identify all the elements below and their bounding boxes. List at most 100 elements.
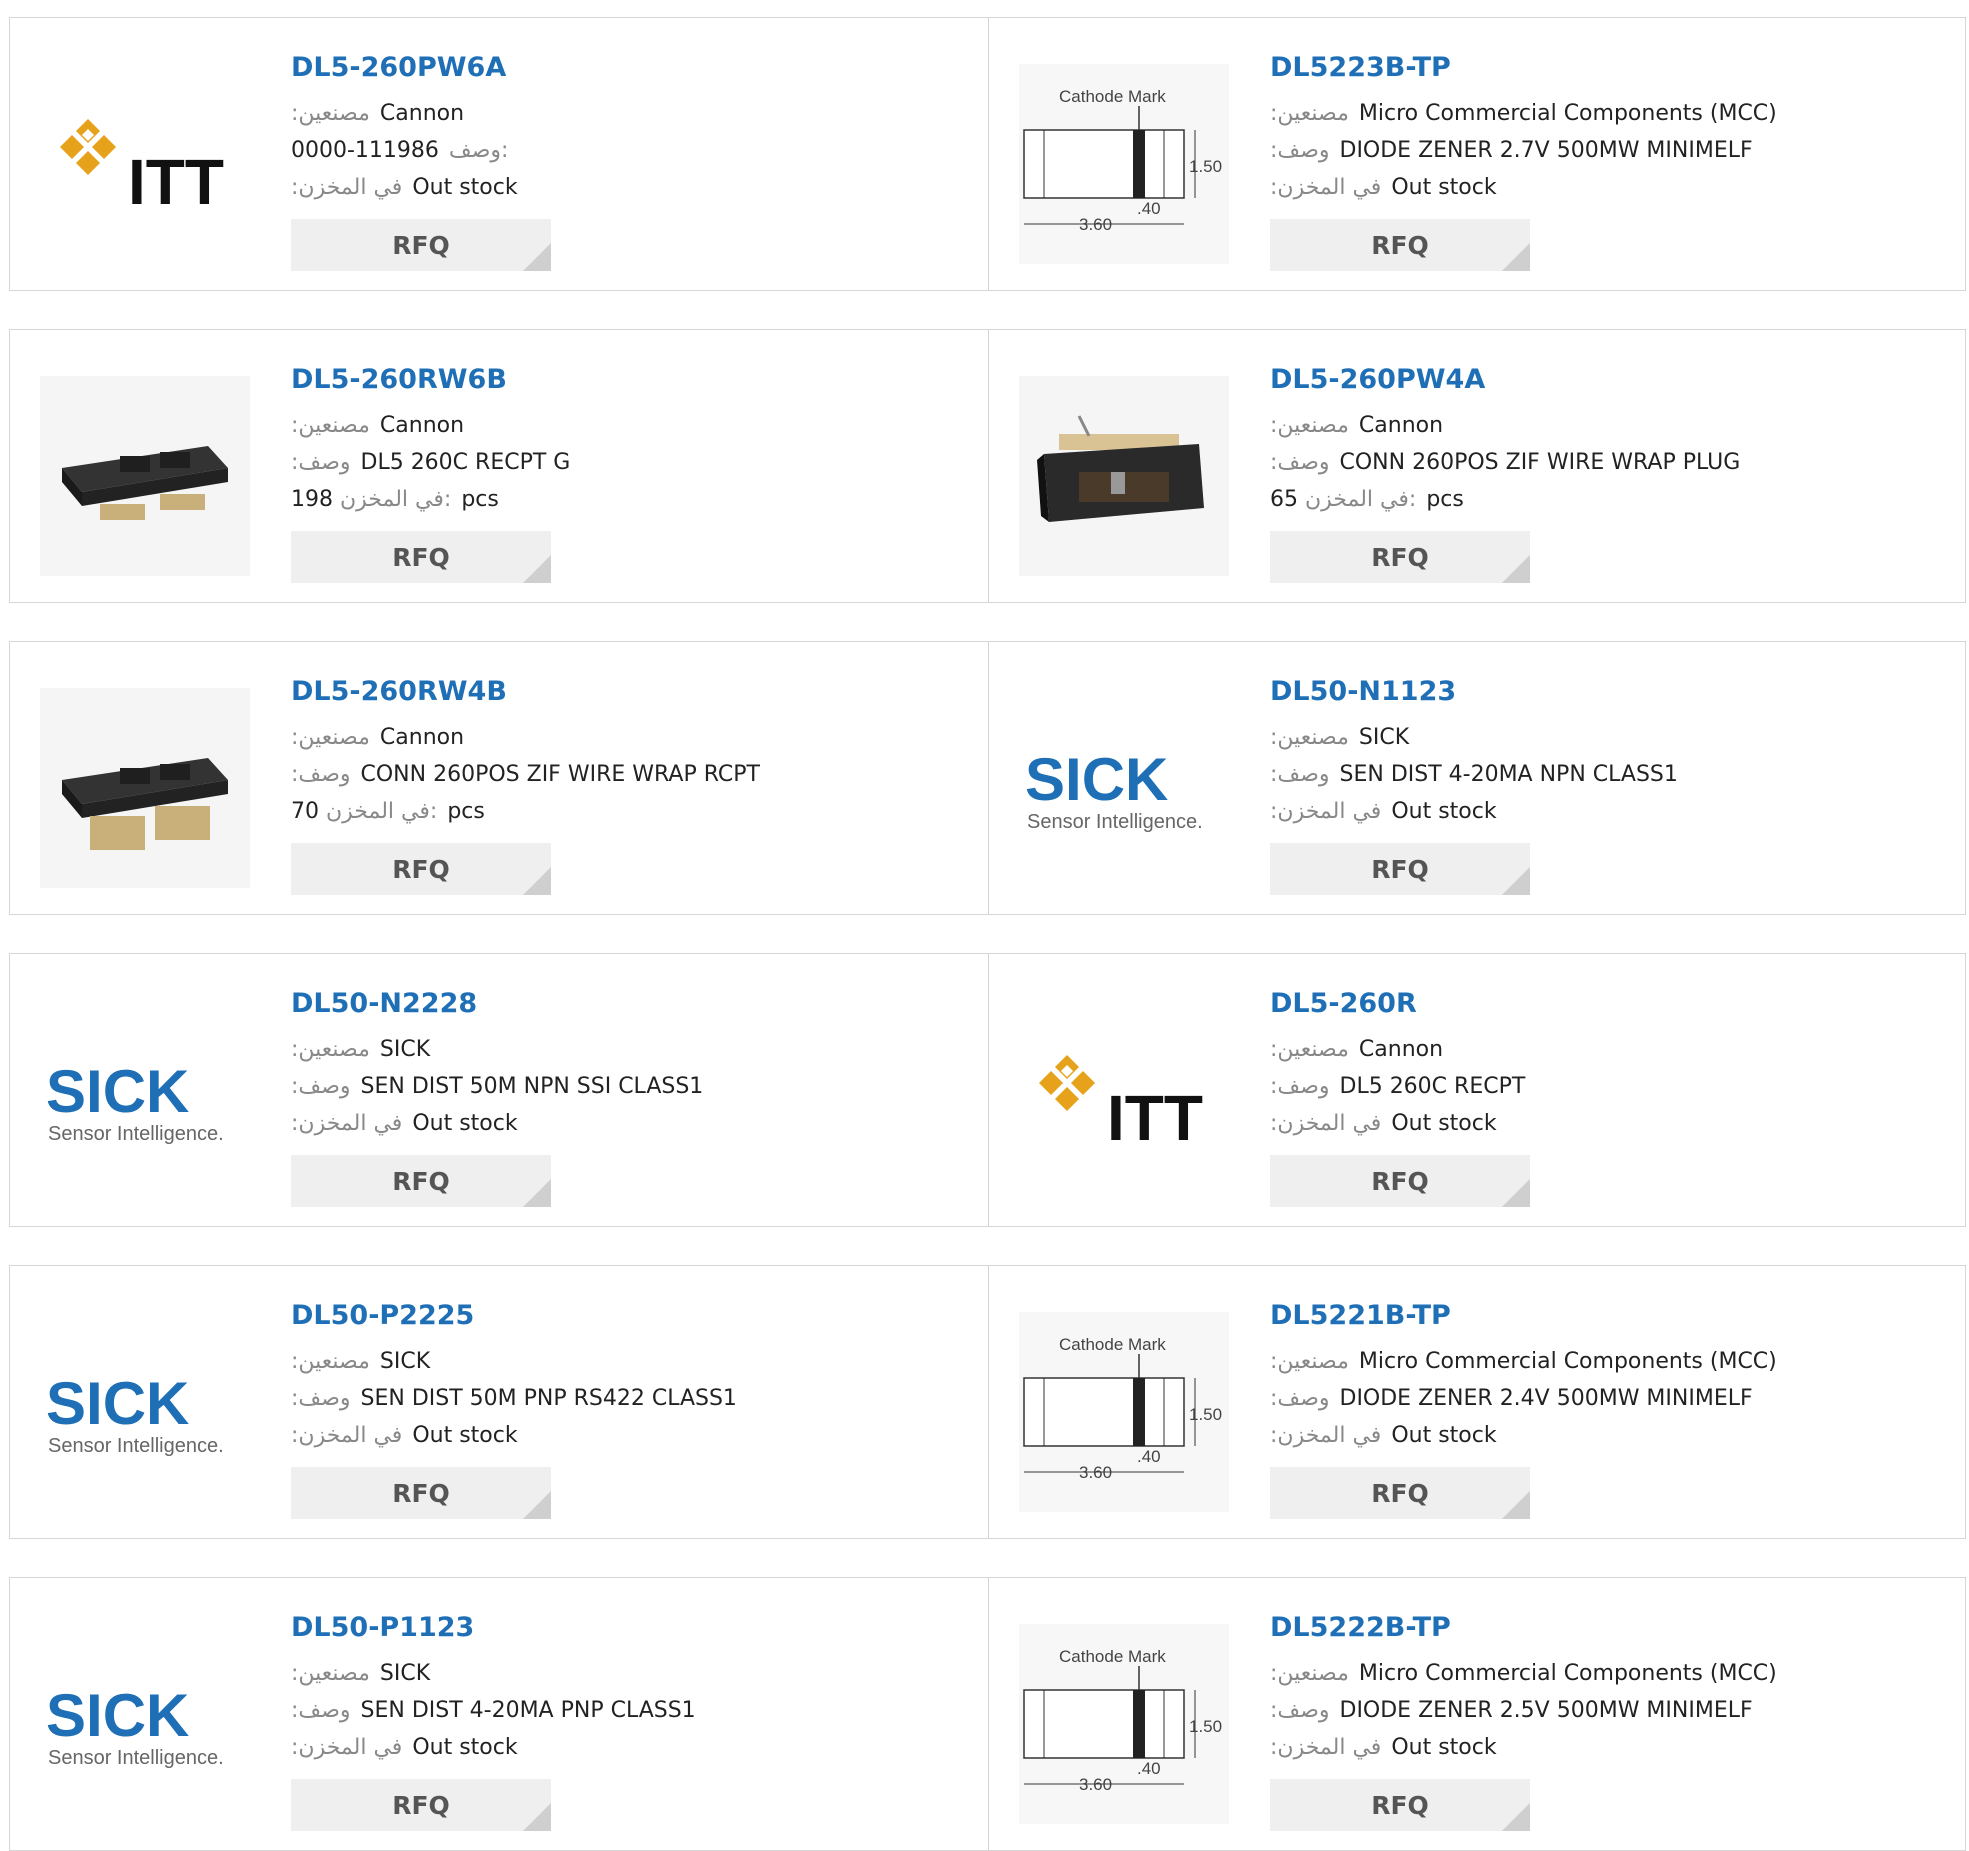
- manufacturer-line: :مصنعين SICK: [1270, 725, 1410, 750]
- rfq-button[interactable]: RFQ: [1270, 1155, 1530, 1207]
- manufacturer-line: :مصنعين Cannon: [291, 101, 465, 126]
- product-card: Cathode Mark 1.50 3.60 .40 DL5223B-TP :م…: [988, 18, 1967, 290]
- connector-photo[interactable]: [40, 376, 250, 576]
- rfq-button[interactable]: RFQ: [291, 1467, 551, 1519]
- svg-text:Cathode Mark: Cathode Mark: [1059, 87, 1166, 106]
- svg-text:Sensor Intelligence.: Sensor Intelligence.: [48, 1435, 224, 1457]
- rfq-button[interactable]: RFQ: [291, 1779, 551, 1831]
- itt-logo[interactable]: ITT: [1019, 1000, 1229, 1200]
- diode-drawing[interactable]: Cathode Mark 1.50 3.60 .40: [1019, 1624, 1229, 1824]
- product-title[interactable]: DL50-P2225: [291, 1300, 474, 1331]
- rfq-button[interactable]: RFQ: [291, 219, 551, 271]
- svg-text:Sensor Intelligence.: Sensor Intelligence.: [1027, 811, 1203, 833]
- product-row: SICK Sensor Intelligence. DL50-P2225 :مص…: [9, 1265, 1966, 1539]
- svg-text:1.50: 1.50: [1189, 157, 1222, 176]
- product-card: Cathode Mark 1.50 3.60 .40 DL5221B-TP :م…: [988, 1266, 1967, 1538]
- stock-line: :في المخزن Out stock: [1270, 1423, 1497, 1448]
- description-line: :وصف SEN DIST 4-20MA NPN CLASS1: [1270, 762, 1678, 787]
- stock-line: :في المخزن Out stock: [291, 1111, 518, 1136]
- manufacturer-line: :مصنعين Micro Commercial Components (MCC): [1270, 101, 1777, 126]
- sick-logo[interactable]: SICK Sensor Intelligence.: [1019, 688, 1229, 888]
- manufacturer-line: :مصنعين Cannon: [1270, 1037, 1444, 1062]
- sick-logo[interactable]: SICK Sensor Intelligence.: [40, 1000, 250, 1200]
- product-title[interactable]: DL50-N1123: [1270, 676, 1456, 707]
- diode-drawing[interactable]: Cathode Mark 1.50 3.60 .40: [1019, 64, 1229, 264]
- manufacturer-line: :مصنعين Cannon: [291, 413, 465, 438]
- stock-line: :في المخزن Out stock: [291, 1735, 518, 1760]
- svg-text:Sensor Intelligence.: Sensor Intelligence.: [48, 1747, 224, 1769]
- description-line: :وصف DL5 260C RECPT G: [291, 450, 571, 475]
- rfq-button[interactable]: RFQ: [291, 843, 551, 895]
- product-row: SICK Sensor Intelligence. DL50-N2228 :مص…: [9, 953, 1966, 1227]
- svg-text:3.60: 3.60: [1079, 1463, 1112, 1482]
- itt-logo[interactable]: ITT: [40, 64, 250, 264]
- rfq-button[interactable]: RFQ: [1270, 219, 1530, 271]
- description-line: :وصف SEN DIST 50M NPN SSI CLASS1: [291, 1074, 704, 1099]
- product-title[interactable]: DL5-260RW4B: [291, 676, 507, 707]
- description-line: :وصف SEN DIST 4-20MA PNP CLASS1: [291, 1698, 696, 1723]
- sick-logo[interactable]: SICK Sensor Intelligence.: [40, 1312, 250, 1512]
- product-row: DL5-260RW6B :مصنعين Cannon :وصف DL5 260C R…: [9, 329, 1966, 603]
- svg-text:SICK: SICK: [46, 1682, 189, 1749]
- description-line: :وصف CONN 260POS ZIF WIRE WRAP RCPT: [291, 762, 760, 787]
- product-row: SICK Sensor Intelligence. DL50-P1123 :مص…: [9, 1577, 1966, 1851]
- svg-text:ITT: ITT: [128, 146, 224, 218]
- svg-text:Cathode Mark: Cathode Mark: [1059, 1647, 1166, 1666]
- product-card: DL5-260PW4A :مصنعين Cannon :وصف CONN 260PO…: [988, 330, 1967, 602]
- product-title[interactable]: DL5222B-TP: [1270, 1612, 1451, 1643]
- product-title[interactable]: DL5-260R: [1270, 988, 1417, 1019]
- rfq-button[interactable]: RFQ: [1270, 843, 1530, 895]
- manufacturer-line: :مصنعين SICK: [291, 1349, 431, 1374]
- product-card: DL5-260RW6B :مصنعين Cannon :وصف DL5 260C R…: [10, 330, 988, 602]
- stock-line: 198 في المخزن: pcs: [291, 487, 499, 512]
- product-card: SICK Sensor Intelligence. DL50-N2228 :مص…: [10, 954, 988, 1226]
- manufacturer-line: :مصنعين Micro Commercial Components (MCC): [1270, 1661, 1777, 1686]
- manufacturer-line: :مصنعين SICK: [291, 1661, 431, 1686]
- description-line: :وصف SEN DIST 50M PNP RS422 CLASS1: [291, 1386, 737, 1411]
- product-card: ITT DL5-260PW6A :مصنعين Cannon 0000-11198…: [10, 18, 988, 290]
- product-row: ITT DL5-260PW6A :مصنعين Cannon 0000-11198…: [9, 17, 1966, 291]
- product-title[interactable]: DL50-P1123: [291, 1612, 474, 1643]
- product-title[interactable]: DL5-260PW4A: [1270, 364, 1485, 395]
- product-title[interactable]: DL5223B-TP: [1270, 52, 1451, 83]
- stock-line: :في المخزن Out stock: [1270, 799, 1497, 824]
- product-card: Cathode Mark 1.50 3.60 .40 DL5222B-TP :م…: [988, 1578, 1967, 1850]
- manufacturer-line: :مصنعين Cannon: [1270, 413, 1444, 438]
- stock-line: :في المخزن Out stock: [1270, 175, 1497, 200]
- product-title[interactable]: DL5-260RW6B: [291, 364, 507, 395]
- plug-photo[interactable]: [1019, 376, 1229, 576]
- product-card: SICK Sensor Intelligence. DL50-N1123 :مص…: [988, 642, 1967, 914]
- svg-text:1.50: 1.50: [1189, 1717, 1222, 1736]
- manufacturer-line: :مصنعين SICK: [291, 1037, 431, 1062]
- rfq-button[interactable]: RFQ: [1270, 1779, 1530, 1831]
- stock-line: :في المخزن Out stock: [1270, 1111, 1497, 1136]
- description-line: :وصف DIODE ZENER 2.4V 500MW MINIMELF: [1270, 1386, 1753, 1411]
- rfq-button[interactable]: RFQ: [1270, 1467, 1530, 1519]
- svg-text:SICK: SICK: [46, 1370, 189, 1437]
- product-card: DL5-260RW4B :مصنعين Cannon :وصف CONN 260PO…: [10, 642, 988, 914]
- rfq-button[interactable]: RFQ: [1270, 531, 1530, 583]
- description-line: :وصف DL5 260C RECPT: [1270, 1074, 1526, 1099]
- stock-line: 70 في المخزن: pcs: [291, 799, 485, 824]
- svg-text:.40: .40: [1137, 1759, 1161, 1778]
- svg-text:3.60: 3.60: [1079, 215, 1112, 234]
- product-title[interactable]: DL5-260PW6A: [291, 52, 506, 83]
- connector-photo[interactable]: [40, 688, 250, 888]
- stock-line: :في المخزن Out stock: [291, 1423, 518, 1448]
- product-title[interactable]: DL50-N2228: [291, 988, 477, 1019]
- svg-text:Sensor Intelligence.: Sensor Intelligence.: [48, 1123, 224, 1145]
- product-title[interactable]: DL5221B-TP: [1270, 1300, 1451, 1331]
- diode-drawing[interactable]: Cathode Mark 1.50 3.60 .40: [1019, 1312, 1229, 1512]
- product-card: SICK Sensor Intelligence. DL50-P2225 :مص…: [10, 1266, 988, 1538]
- description-line: :وصف CONN 260POS ZIF WIRE WRAP PLUG: [1270, 450, 1741, 475]
- svg-text:Cathode Mark: Cathode Mark: [1059, 1335, 1166, 1354]
- sick-logo[interactable]: SICK Sensor Intelligence.: [40, 1624, 250, 1824]
- svg-text:.40: .40: [1137, 199, 1161, 218]
- rfq-button[interactable]: RFQ: [291, 531, 551, 583]
- manufacturer-line: :مصنعين Micro Commercial Components (MCC): [1270, 1349, 1777, 1374]
- rfq-button[interactable]: RFQ: [291, 1155, 551, 1207]
- description-line: 0000-111986 وصف:: [291, 138, 509, 163]
- description-line: :وصف DIODE ZENER 2.5V 500MW MINIMELF: [1270, 1698, 1753, 1723]
- svg-text:SICK: SICK: [46, 1058, 189, 1125]
- svg-text:SICK: SICK: [1025, 746, 1168, 813]
